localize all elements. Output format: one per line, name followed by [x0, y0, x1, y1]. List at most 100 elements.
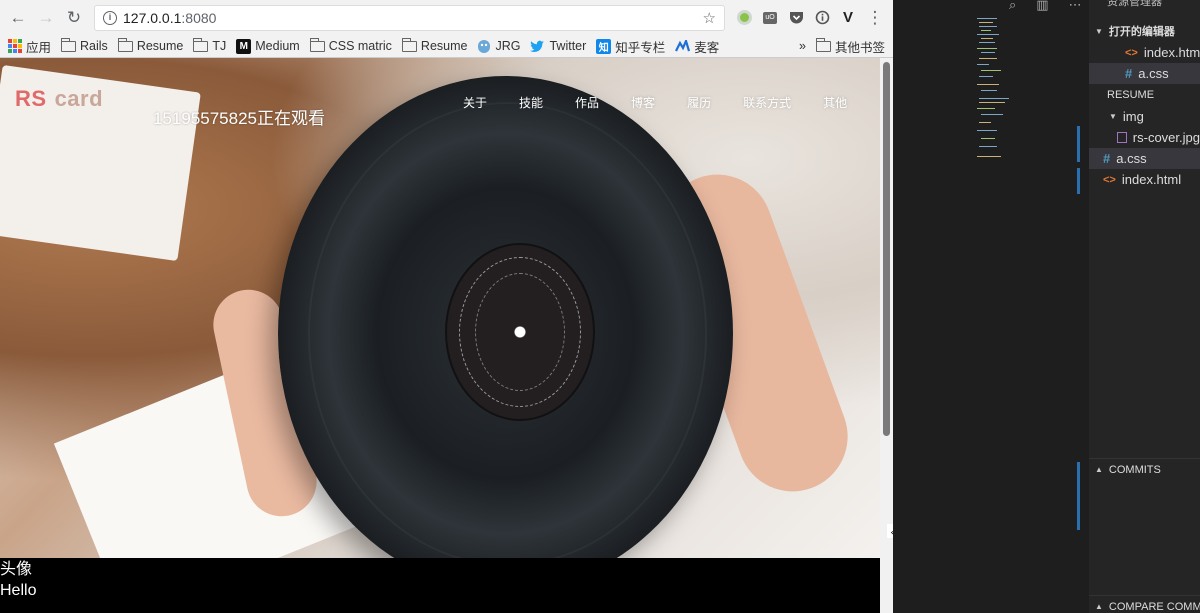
double-chevron-icon: » [799, 39, 806, 53]
commits-section[interactable]: ▲ COMMITS [1089, 458, 1200, 480]
reload-icon: ↻ [66, 7, 82, 27]
back-arrow-icon: ← [9, 7, 27, 27]
bookmark-rails[interactable]: Rails [61, 37, 108, 53]
file-explorer: 资源管理器 ⌕ ▥ ⋯ ▼ 打开的编辑器 <> index.html # a.c… [1009, 0, 1200, 613]
html-file-icon: <> [1125, 46, 1138, 59]
nav-contact[interactable]: 联系方式 [743, 94, 791, 111]
back-button[interactable]: ← [6, 6, 30, 30]
maike-icon [675, 40, 691, 52]
extension-record-icon[interactable] [733, 7, 755, 29]
extension-pocket-icon[interactable] [785, 7, 807, 29]
hello-text: Hello [0, 582, 37, 599]
bookmark-star-icon[interactable]: ☆ [703, 9, 716, 27]
chrome-menu-icon[interactable]: ⋮ [863, 6, 887, 30]
git-change-marker [1077, 168, 1080, 194]
url-port: :8080 [181, 9, 217, 26]
open-file-index-html[interactable]: <> index.html [1089, 42, 1200, 63]
tree-file-a-css[interactable]: # a.css [1089, 148, 1200, 169]
bookmark-label: JRG [495, 39, 521, 53]
bookmark-zhihu[interactable]: 知知乎专栏 [596, 37, 665, 56]
forward-button[interactable]: → [34, 6, 58, 30]
bookmark-twitter[interactable]: Twitter [530, 39, 586, 53]
git-change-marker [1077, 126, 1080, 162]
bookmark-resume-2[interactable]: Resume [401, 37, 468, 53]
section-title: 打开的编辑器 [1108, 26, 1175, 38]
file-name: index.html [1121, 172, 1182, 187]
viewer-count-text: 15195575825正在观看 [153, 109, 326, 128]
browser-toolbar: ← → ↻ i 127.0.0.1:8080 ☆ uO V ⋮ [0, 0, 893, 35]
bookmark-resume[interactable]: Resume [117, 37, 184, 53]
bookmark-label: Rails [80, 39, 108, 53]
jrg-icon [478, 39, 491, 53]
section-title: COMMITS [1108, 463, 1161, 476]
folder-icon [401, 37, 417, 52]
open-editors-section[interactable]: ▼ 打开的编辑器 [1089, 20, 1200, 42]
extension-v-icon[interactable]: V [837, 7, 859, 29]
compare-commits-section[interactable]: ▲ COMPARE COMMITS [1089, 595, 1200, 613]
bookmark-other[interactable]: 其他书签 [815, 37, 885, 56]
git-change-marker [1077, 462, 1080, 530]
site-nav: 关于 技能 作品 博客 履历 联系方式 其他 [463, 94, 847, 111]
expand-triangle-icon: ▼ [1095, 26, 1103, 36]
url-host: 127.0.0.1 [123, 9, 182, 26]
zhihu-icon: 知 [596, 38, 612, 54]
bookmarks-overflow-button[interactable]: » [799, 39, 806, 53]
logo-rs: RS [15, 86, 47, 111]
bookmark-label: Resume [420, 39, 468, 53]
explorer-title: 资源管理器 [1107, 0, 1162, 8]
more-actions-icon[interactable]: ⋯ [1069, 0, 1082, 13]
explorer-toolbar: ⌕ ▥ ⋯ [1009, 0, 1082, 13]
scrollbar-thumb[interactable] [883, 62, 890, 436]
split-editor-icon[interactable]: ▥ [1036, 0, 1048, 13]
avatar-label: 头像 [0, 561, 33, 578]
address-bar[interactable]: i 127.0.0.1:8080 ☆ [94, 4, 725, 31]
bookmark-apps[interactable]: 应用 [8, 37, 51, 56]
bookmark-jrg[interactable]: JRG [477, 39, 520, 54]
project-section[interactable]: RESUME [1089, 84, 1200, 106]
nav-resume[interactable]: 履历 [687, 94, 711, 111]
medium-icon: M [236, 38, 252, 54]
folder-icon [117, 37, 133, 52]
bookmark-maike[interactable]: 麦客 [675, 37, 719, 56]
css-file-icon: # [1125, 66, 1133, 81]
nav-blog[interactable]: 博客 [631, 94, 655, 111]
bookmark-label: TJ [212, 39, 227, 53]
reload-button[interactable]: ↻ [62, 6, 86, 30]
site-logo[interactable]: RS card [15, 86, 103, 112]
bookmark-label: Medium [255, 39, 300, 53]
expand-triangle-icon: ▼ [1109, 112, 1117, 121]
twitter-icon [530, 40, 545, 52]
nav-other[interactable]: 其他 [823, 94, 847, 111]
extension-info-icon[interactable] [811, 7, 833, 29]
image-file-icon [1117, 132, 1127, 143]
editor-minimap[interactable] [977, 14, 1017, 164]
folder-name: img [1122, 109, 1144, 124]
open-file-a-css[interactable]: # a.css [1089, 63, 1200, 84]
bookmark-label: 知乎专栏 [615, 40, 666, 55]
bookmark-medium[interactable]: M Medium [236, 38, 300, 54]
bookmark-tj[interactable]: TJ [193, 37, 227, 53]
nav-about[interactable]: 关于 [463, 94, 487, 111]
tree-folder-img[interactable]: ▼ img [1089, 106, 1200, 127]
url-text[interactable]: 127.0.0.1:8080 [123, 10, 697, 26]
hero-cover-image: RS card 15195575825正在观看 关于 技能 作品 博客 履历 联系… [0, 58, 880, 613]
bookmark-label: 其他书签 [834, 40, 885, 55]
file-name: index.html [1143, 45, 1200, 60]
folder-icon [815, 37, 831, 52]
nav-skills[interactable]: 技能 [519, 94, 543, 111]
site-info-icon[interactable]: i [103, 10, 117, 25]
bookmark-label: 麦客 [694, 40, 720, 55]
tree-file-index-html[interactable]: <> index.html [1089, 169, 1200, 190]
forward-arrow-icon: → [37, 7, 55, 27]
project-title: RESUME [1107, 89, 1155, 101]
bookmark-label: Resume [136, 39, 184, 53]
nav-works[interactable]: 作品 [575, 94, 599, 111]
file-name: rs-cover.jpg [1132, 130, 1200, 145]
tree-file-rs-cover[interactable]: rs-cover.jpg [1089, 127, 1200, 148]
extension-ublock-icon[interactable]: uO [759, 7, 781, 29]
bookmarks-bar: 应用 Rails Resume TJ M Medium CSS matric Re… [0, 35, 893, 58]
bookmark-label: CSS matric [328, 39, 392, 53]
find-icon[interactable]: ⌕ [1009, 0, 1016, 13]
expand-triangle-icon: ▲ [1095, 465, 1103, 474]
bookmark-css-matric[interactable]: CSS matric [309, 37, 392, 53]
